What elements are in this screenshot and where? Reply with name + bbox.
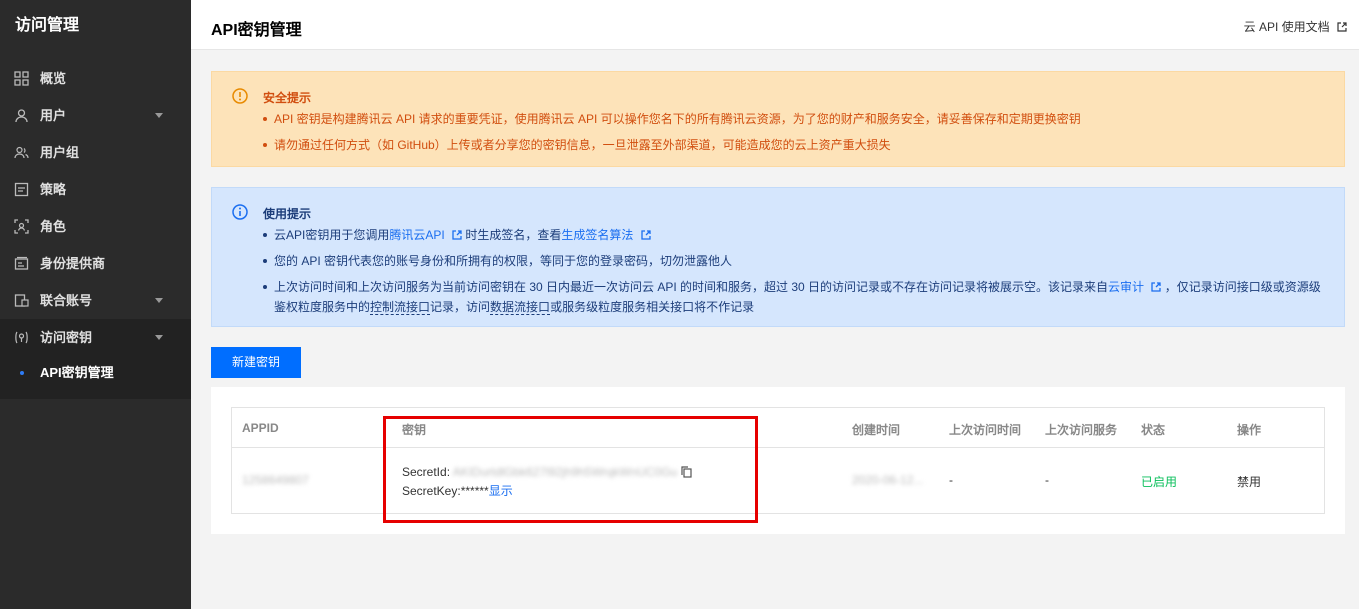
text: 时生成签名，查看 — [465, 228, 562, 242]
col-last-time: 上次访问时间 — [949, 423, 1022, 437]
sidebar-item-label: 角色 — [40, 219, 67, 234]
sidebar-item-label: 策略 — [40, 182, 67, 197]
idp-icon — [14, 256, 29, 270]
appid-value: 1258649807 — [242, 473, 309, 487]
external-link-icon — [452, 230, 462, 240]
warning-icon — [232, 88, 248, 104]
text: 云API密钥用于您调用 — [274, 228, 390, 242]
sidebar-item-user-groups[interactable]: 用户组 — [0, 134, 191, 171]
grid-icon — [14, 71, 29, 86]
sidebar-item-label: 概览 — [40, 71, 67, 86]
sidebar-item-label: 访问密钥 — [40, 330, 93, 345]
create-key-button[interactable]: 新建密钥 — [211, 347, 301, 378]
col-last-service: 上次访问服务 — [1045, 423, 1118, 437]
top-bar: API密钥管理 云 API 使用文档 — [191, 0, 1359, 50]
keys-table-card: APPID 密钥 创建时间 上次访问时间 上次访问服务 状态 操作 125864… — [211, 387, 1345, 534]
sidebar-item-label: 联合账号 — [40, 293, 93, 308]
external-link-icon — [641, 230, 651, 240]
data-flow-tooltip[interactable]: 数据流接口 — [490, 300, 551, 315]
col-appid: APPID — [242, 421, 279, 435]
sidebar-item-identity-providers[interactable]: 身份提供商 — [0, 245, 191, 282]
signature-algorithm-link[interactable]: 生成签名算法 — [561, 228, 633, 242]
usage-info-alert: 使用提示 云API密钥用于您调用腾讯云API 时生成签名，查看生成签名算法 您的… — [211, 187, 1345, 327]
col-status: 状态 — [1141, 423, 1166, 437]
policy-icon — [14, 182, 29, 197]
api-docs-link[interactable]: 云 API 使用文档 — [1244, 18, 1347, 35]
external-link-icon — [1151, 282, 1162, 292]
text: 记录，访问 — [430, 300, 491, 314]
sidebar-item-label: 身份提供商 — [40, 256, 106, 271]
sidebar-item-access-keys[interactable]: 访问密钥 — [0, 319, 191, 356]
security-warning-alert: 安全提示 API 密钥是构建腾讯云 API 请求的重要凭证，使用腾讯云 API … — [211, 71, 1345, 167]
sidebar-item-users[interactable]: 用户 — [0, 97, 191, 134]
last-access-service-value: - — [1045, 473, 1049, 487]
user-group-icon — [14, 146, 29, 159]
alert-item: 请勿通过任何方式（如 GitHub）上传或者分享您的密钥信息，一旦泄露至外部渠道… — [263, 135, 1323, 155]
user-icon — [15, 109, 28, 123]
tencent-cloud-api-link[interactable]: 腾讯云API — [389, 228, 444, 242]
page-title: API密钥管理 — [211, 22, 302, 39]
col-action: 操作 — [1237, 423, 1262, 437]
chevron-down-icon — [155, 113, 163, 118]
alert-item: 云API密钥用于您调用腾讯云API 时生成签名，查看生成签名算法 — [263, 225, 1323, 245]
sidebar-title: 访问管理 — [15, 17, 80, 34]
sidebar-item-federated-accounts[interactable]: 联合账号 — [0, 282, 191, 319]
external-link-icon — [1337, 22, 1347, 32]
status-badge: 已启用 — [1141, 475, 1178, 489]
control-flow-tooltip[interactable]: 控制流接口 — [370, 300, 431, 315]
main-content: API密钥管理 云 API 使用文档 安全提示 API 密钥是构建腾讯云 API… — [191, 0, 1359, 609]
sidebar: 访问管理 概览 用户 用户组 策略 角色 身份提供商 联合账号 访问密钥 API… — [0, 0, 191, 609]
active-dot — [20, 371, 24, 375]
doc-link-label: 云 API 使用文档 — [1243, 20, 1330, 34]
text: 或服务级粒度服务相关接口将不作记录 — [550, 300, 755, 314]
alert-item: 您的 API 密钥代表您的账号身份和所拥有的权限，等同于您的登录密码，切勿泄露他… — [263, 251, 1323, 271]
sidebar-item-overview[interactable]: 概览 — [0, 60, 191, 97]
info-icon — [232, 204, 248, 220]
last-access-time-value: - — [949, 473, 953, 487]
sidebar-item-roles[interactable]: 角色 — [0, 208, 191, 245]
text: 上次访问时间和上次访问服务为当前访问密钥在 30 日内最近一次访问云 API 的… — [274, 280, 1109, 294]
sidebar-item-label: 用户 — [40, 108, 67, 123]
created-time-value: 2020-06-12... — [852, 473, 924, 487]
alert-item: 上次访问时间和上次访问服务为当前访问密钥在 30 日内最近一次访问云 API 的… — [263, 277, 1323, 317]
role-icon — [14, 219, 29, 234]
sidebar-item-policies[interactable]: 策略 — [0, 171, 191, 208]
sidebar-item-label: 用户组 — [40, 145, 80, 160]
chevron-down-icon — [155, 298, 163, 303]
key-icon — [15, 331, 28, 344]
cloud-audit-link[interactable]: 云审计 — [1108, 280, 1144, 294]
federation-icon — [14, 294, 29, 307]
alert-item: API 密钥是构建腾讯云 API 请求的重要凭证，使用腾讯云 API 可以操作您… — [263, 109, 1323, 129]
alert-title: 安全提示 — [263, 91, 312, 105]
sidebar-subitem-api-keys[interactable]: API密钥管理 — [0, 356, 191, 392]
chevron-down-icon — [155, 335, 163, 340]
highlight-box — [383, 416, 758, 523]
disable-key-link[interactable]: 禁用 — [1237, 473, 1261, 490]
alert-title: 使用提示 — [263, 207, 312, 221]
col-created: 创建时间 — [852, 423, 901, 437]
sidebar-subitem-label: API密钥管理 — [40, 365, 114, 380]
